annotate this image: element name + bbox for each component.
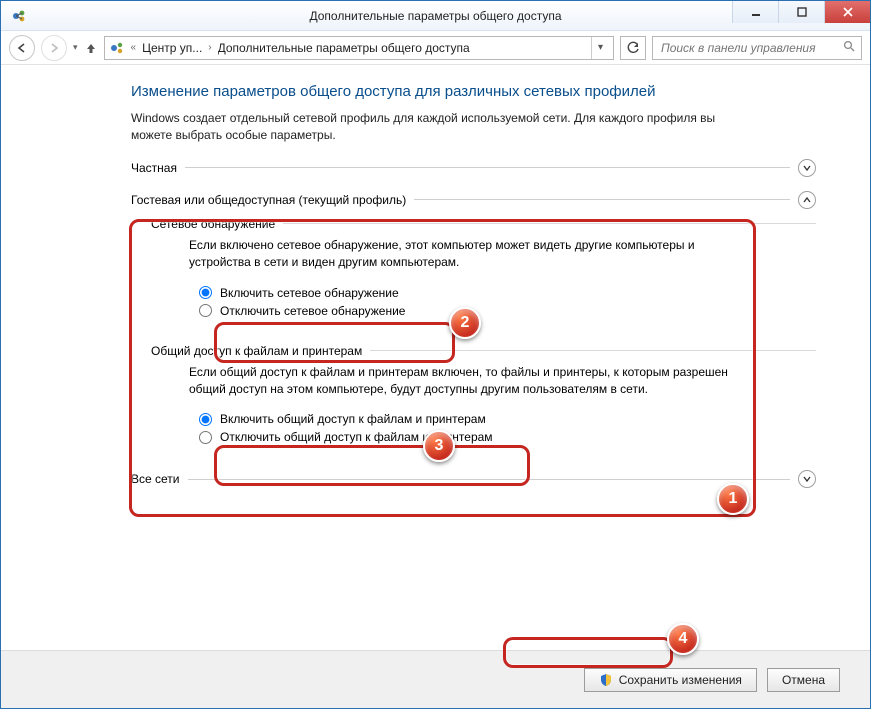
save-button-label: Сохранить изменения [619, 673, 742, 687]
radio-input[interactable] [199, 431, 212, 444]
close-button[interactable] [824, 1, 870, 23]
page-title: Изменение параметров общего доступа для … [131, 83, 816, 100]
discovery-radio-group: Включить сетевое обнаружение Отключить с… [189, 280, 419, 326]
radio-sharing-on[interactable]: Включить общий доступ к файлам и принтер… [199, 410, 493, 428]
chevron-up-icon[interactable] [798, 191, 816, 209]
divider [185, 167, 790, 168]
app-icon [11, 8, 27, 24]
page-description: Windows создает отдельный сетевой профил… [131, 110, 751, 145]
search-input[interactable] [659, 40, 837, 56]
radio-sharing-off[interactable]: Отключить общий доступ к файлам и принте… [199, 428, 493, 446]
profile-guest-section: Гостевая или общедоступная (текущий проф… [131, 185, 816, 469]
search-icon [843, 40, 855, 55]
window-frame: Дополнительные параметры общего доступа … [0, 0, 871, 709]
footer-bar: Сохранить изменения Отмена [1, 650, 870, 708]
chevron-right-icon: › [208, 42, 211, 53]
nav-forward-button[interactable] [41, 35, 67, 61]
chevron-down-icon[interactable] [798, 470, 816, 488]
save-button[interactable]: Сохранить изменения [584, 668, 757, 692]
window-controls [732, 1, 870, 23]
cancel-button-label: Отмена [782, 673, 825, 687]
radio-input[interactable] [199, 413, 212, 426]
profile-guest-header[interactable]: Гостевая или общедоступная (текущий проф… [131, 191, 816, 209]
divider [188, 479, 791, 480]
maximize-button[interactable] [778, 1, 824, 23]
nav-back-button[interactable] [9, 35, 35, 61]
group-label: Сетевое обнаружение [151, 217, 275, 231]
minimize-button[interactable] [732, 1, 778, 23]
breadcrumb-item[interactable]: Центр уп... [142, 41, 202, 55]
profile-private-header[interactable]: Частная [131, 159, 816, 177]
cancel-button[interactable]: Отмена [767, 668, 840, 692]
radio-label: Включить сетевое обнаружение [220, 286, 399, 300]
shield-icon [599, 673, 613, 687]
titlebar: Дополнительные параметры общего доступа [1, 1, 870, 31]
nav-up-button[interactable] [84, 41, 98, 55]
group-file-sharing: Общий доступ к файлам и принтерам [151, 344, 816, 358]
sharing-radio-group: Включить общий доступ к файлам и принтер… [189, 406, 507, 452]
radio-label: Отключить общий доступ к файлам и принте… [220, 430, 493, 444]
divider [283, 223, 816, 224]
breadcrumb-item[interactable]: Дополнительные параметры общего доступа [218, 41, 585, 55]
profile-guest-label: Гостевая или общедоступная (текущий проф… [131, 193, 406, 207]
group-network-discovery: Сетевое обнаружение [151, 217, 816, 231]
group-description: Если общий доступ к файлам и принтерам в… [189, 364, 749, 399]
content-area: Изменение параметров общего доступа для … [1, 65, 870, 488]
radio-discovery-off[interactable]: Отключить сетевое обнаружение [199, 302, 405, 320]
profile-all-header[interactable]: Все сети [131, 470, 816, 488]
address-bar[interactable]: « Центр уп... › Дополнительные параметры… [104, 36, 614, 60]
radio-input[interactable] [199, 286, 212, 299]
radio-discovery-on[interactable]: Включить сетевое обнаружение [199, 284, 405, 302]
profile-private-label: Частная [131, 161, 177, 175]
nav-history-dropdown[interactable]: ▾ [73, 42, 78, 53]
divider [414, 199, 790, 200]
refresh-button[interactable] [620, 36, 646, 60]
chevron-down-icon[interactable] [798, 159, 816, 177]
radio-label: Включить общий доступ к файлам и принтер… [220, 412, 486, 426]
group-label: Общий доступ к файлам и принтерам [151, 344, 362, 358]
crumb-sep-icon: « [131, 42, 137, 53]
address-icon [109, 40, 125, 56]
address-dropdown-icon[interactable]: ▾ [591, 37, 609, 59]
profile-all-label: Все сети [131, 472, 180, 486]
radio-input[interactable] [199, 304, 212, 317]
group-description: Если включено сетевое обнаружение, этот … [189, 237, 749, 272]
divider [370, 350, 816, 351]
search-box[interactable] [652, 36, 862, 60]
navbar: ▾ « Центр уп... › Дополнительные парамет… [1, 31, 870, 65]
radio-label: Отключить сетевое обнаружение [220, 304, 405, 318]
